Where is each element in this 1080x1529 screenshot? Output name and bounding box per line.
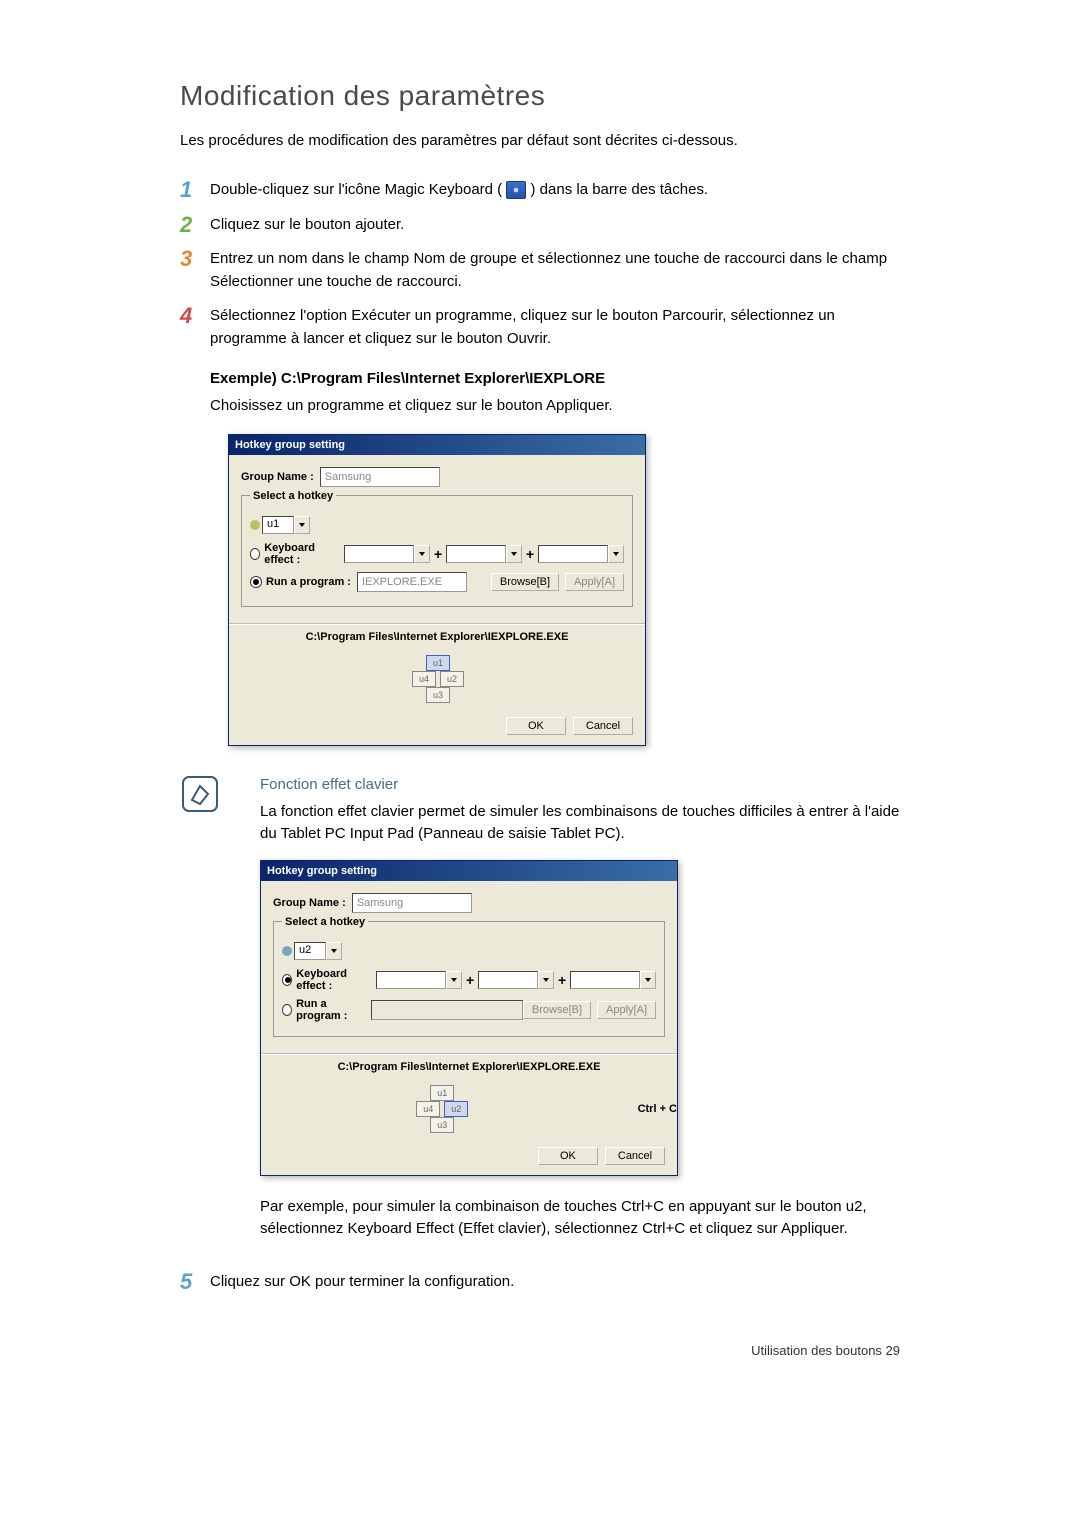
chevron-down-icon[interactable] <box>414 545 430 563</box>
step-2: 2 Cliquez sur le bouton ajouter. <box>180 214 900 237</box>
cancel-button[interactable]: Cancel <box>573 717 633 735</box>
hotkey-dialog-2: Hotkey group setting Group Name : Select… <box>260 860 678 1176</box>
hotkey-combo[interactable]: u2 <box>294 942 342 960</box>
group-name-label: Group Name : <box>273 897 346 909</box>
group-name-input[interactable] <box>320 467 440 487</box>
step-number: 4 <box>180 305 210 327</box>
step-number: 1 <box>180 179 210 201</box>
hotkey-dialog-1: Hotkey group setting Group Name : Select… <box>228 434 646 746</box>
browse-button[interactable]: Browse[B] <box>491 573 559 591</box>
hotkey-diamond: u1 u2 u3 u4 <box>416 1085 466 1135</box>
intro-text: Les procédures de modification des param… <box>180 132 900 149</box>
run-program-label: Run a program : <box>266 576 351 588</box>
diamond-u2: u2 <box>444 1101 468 1117</box>
ok-button[interactable]: OK <box>538 1147 598 1165</box>
diamond-u1: u1 <box>430 1085 454 1101</box>
chevron-down-icon[interactable] <box>506 545 522 563</box>
plus-icon: + <box>466 972 474 988</box>
apply-button: Apply[A] <box>597 1001 656 1019</box>
page: Modification des paramètres Les procédur… <box>90 0 990 1418</box>
plus-icon: + <box>434 546 442 562</box>
hotkey-diamond: u1 u2 u3 u4 <box>412 655 462 705</box>
run-program-radio[interactable] <box>250 576 262 588</box>
step-text: Cliquez sur OK pour terminer la configur… <box>210 1271 900 1294</box>
run-program-radio[interactable] <box>282 1004 292 1016</box>
apply-button[interactable]: Apply[A] <box>565 573 624 591</box>
step-4: 4 Sélectionnez l'option Exécuter un prog… <box>180 305 900 350</box>
path-display: C:\Program Files\Internet Explorer\IEXPL… <box>261 1055 677 1079</box>
chevron-down-icon[interactable] <box>608 545 624 563</box>
step-5: 5 Cliquez sur OK pour terminer la config… <box>180 1271 900 1294</box>
note-after-text: Par exemple, pour simuler la combinaison… <box>260 1196 900 1241</box>
chevron-down-icon[interactable] <box>326 942 342 960</box>
path-display: C:\Program Files\Internet Explorer\IEXPL… <box>229 625 645 649</box>
keyboard-effect-radio[interactable] <box>282 974 292 986</box>
diamond-u3: u3 <box>430 1117 454 1133</box>
step-3: 3 Entrez un nom dans le champ Nom de gro… <box>180 248 900 293</box>
example-subtext: Choisissez un programme et cliquez sur l… <box>210 397 900 414</box>
step-text: Sélectionnez l'option Exécuter un progra… <box>210 305 900 350</box>
diamond-u3: u3 <box>426 687 450 703</box>
diamond-shortcut-label: Ctrl + C <box>638 1103 677 1115</box>
run-program-input <box>371 1000 523 1020</box>
note-block: Fonction effet clavier La fonction effet… <box>180 774 900 846</box>
note-icon <box>180 774 220 814</box>
step-number: 5 <box>180 1271 210 1293</box>
note-title: Fonction effet clavier <box>260 774 900 797</box>
keyboard-effect-label: Keyboard effect : <box>296 968 370 992</box>
ke-combo-1[interactable] <box>376 971 462 989</box>
plus-icon: + <box>526 546 534 562</box>
step-text: Double-cliquez sur l'icône Magic Keyboar… <box>210 179 900 202</box>
select-hotkey-legend: Select a hotkey <box>250 490 336 502</box>
step-text: Cliquez sur le bouton ajouter. <box>210 214 900 237</box>
hotkey-combo[interactable]: u1 <box>262 516 310 534</box>
ok-button[interactable]: OK <box>506 717 566 735</box>
select-hotkey-legend: Select a hotkey <box>282 916 368 928</box>
chevron-down-icon[interactable] <box>446 971 462 989</box>
page-title: Modification des paramètres <box>180 80 900 112</box>
diamond-u2: u2 <box>440 671 464 687</box>
dialog-titlebar: Hotkey group setting <box>229 435 645 455</box>
run-program-label: Run a program : <box>296 998 365 1022</box>
group-name-label: Group Name : <box>241 471 314 483</box>
browse-button: Browse[B] <box>523 1001 591 1019</box>
chevron-down-icon[interactable] <box>294 516 310 534</box>
ke-combo-2[interactable] <box>478 971 554 989</box>
disc-icon <box>282 946 292 956</box>
keyboard-effect-radio[interactable] <box>250 548 260 560</box>
magic-keyboard-icon <box>506 181 526 199</box>
chevron-down-icon[interactable] <box>640 971 656 989</box>
run-program-input[interactable] <box>357 572 467 592</box>
chevron-down-icon[interactable] <box>538 971 554 989</box>
diamond-u1: u1 <box>426 655 450 671</box>
step-text: Entrez un nom dans le champ Nom de group… <box>210 248 900 293</box>
step-number: 3 <box>180 248 210 270</box>
plus-icon: + <box>558 972 566 988</box>
wrench-icon <box>250 520 260 530</box>
ke-combo-1[interactable] <box>344 545 430 563</box>
step-list: 1 Double-cliquez sur l'icône Magic Keybo… <box>180 179 900 350</box>
group-name-input[interactable] <box>352 893 472 913</box>
step-number: 2 <box>180 214 210 236</box>
example-heading: Exemple) C:\Program Files\Internet Explo… <box>210 370 900 387</box>
ke-combo-2[interactable] <box>446 545 522 563</box>
cancel-button[interactable]: Cancel <box>605 1147 665 1165</box>
keyboard-effect-label: Keyboard effect : <box>264 542 338 566</box>
diamond-u4: u4 <box>412 671 436 687</box>
ke-combo-3[interactable] <box>570 971 656 989</box>
diamond-u4: u4 <box>416 1101 440 1117</box>
note-body-text: La fonction effet clavier permet de simu… <box>260 801 900 846</box>
page-footer: Utilisation des boutons 29 <box>180 1343 900 1358</box>
dialog-titlebar: Hotkey group setting <box>261 861 677 881</box>
step-1: 1 Double-cliquez sur l'icône Magic Keybo… <box>180 179 900 202</box>
ke-combo-3[interactable] <box>538 545 624 563</box>
